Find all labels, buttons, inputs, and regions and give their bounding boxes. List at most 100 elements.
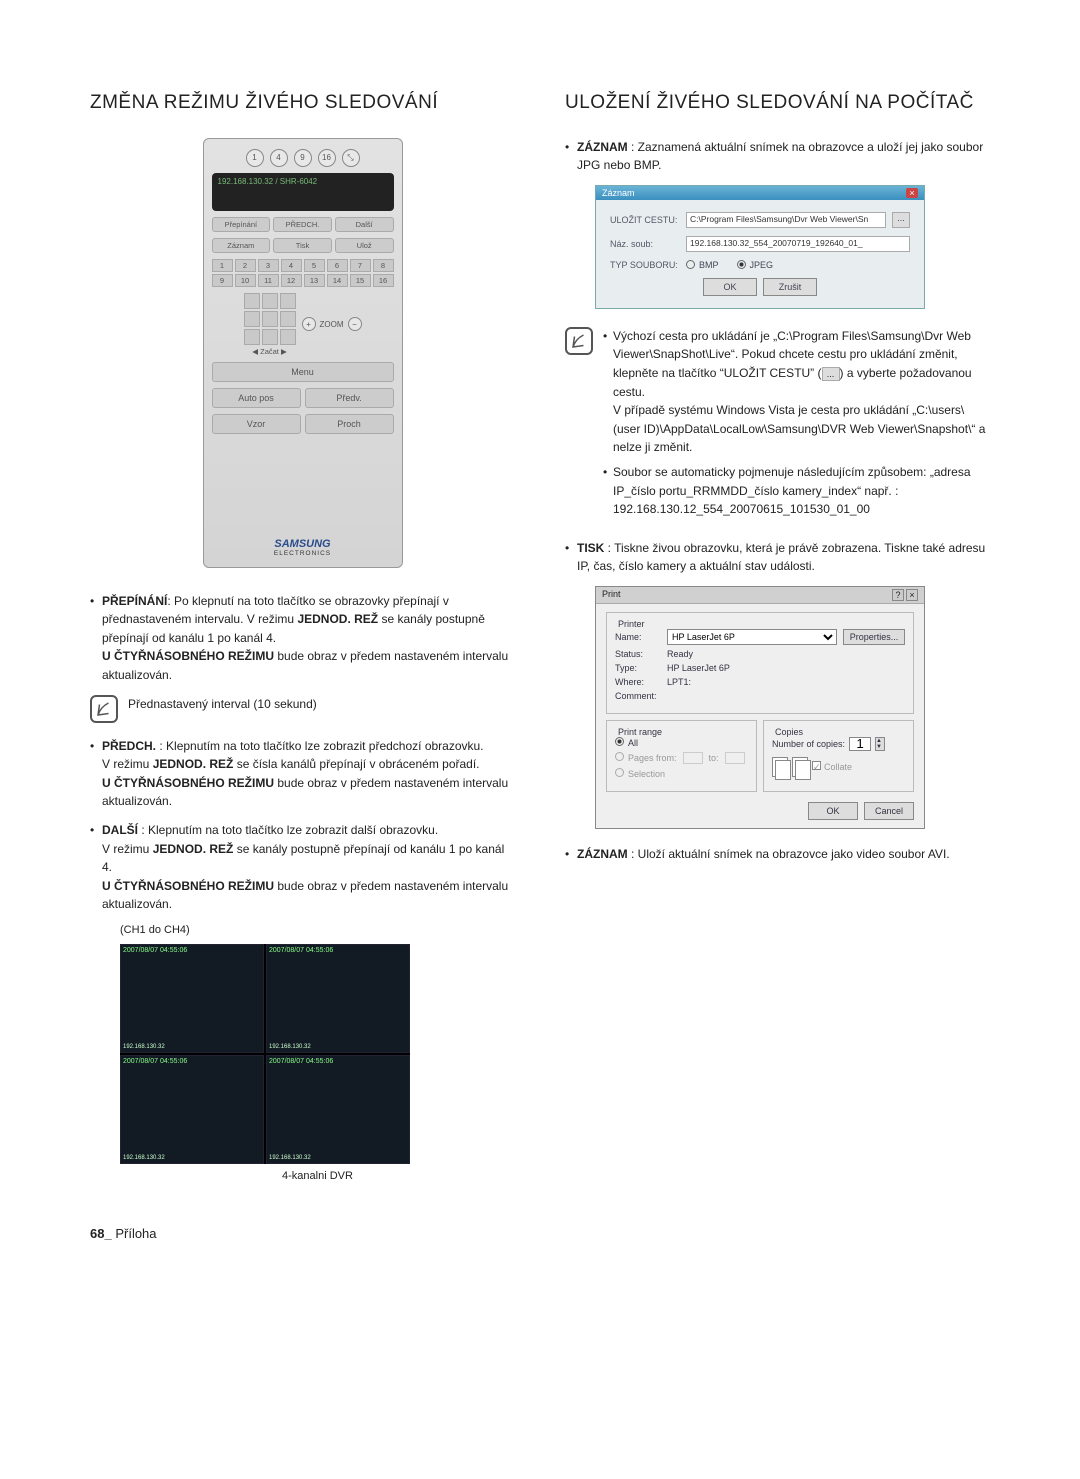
from-field (683, 752, 703, 764)
kanalni-caption: 4-kanalni DVR (120, 1170, 515, 1182)
bullet-tisk: TISK : Tiskne živou obrazovku, která je … (565, 539, 990, 576)
ch-btn[interactable]: 11 (258, 274, 279, 287)
spinner-icon[interactable]: ▲▼ (875, 737, 885, 751)
ok-button[interactable]: OK (703, 278, 757, 296)
quad-view: 2007/08/07 04:55:06192.168.130.32 2007/0… (120, 944, 410, 1164)
menu-button[interactable]: Menu (212, 362, 394, 382)
tab-next[interactable]: Další (335, 217, 394, 232)
printer-legend: Printer (615, 619, 648, 629)
ch-btn[interactable]: 6 (327, 259, 348, 272)
heading-right: ULOŽENÍ ŽIVÉHO SLEDOVÁNÍ NA POČÍTAČ (565, 90, 990, 116)
collate-icon (792, 757, 808, 777)
note-interval: Přednastavený interval (10 sekund) (128, 695, 515, 714)
bullet-zaznam-avi: ZÁZNAM : Uloží aktuální snímek na obrazo… (565, 845, 990, 864)
heading-left: ZMĚNA REŽIMU ŽIVÉHO SLEDOVÁNÍ (90, 90, 515, 116)
filename-label: Náz. soub: (610, 239, 680, 249)
pattern-button[interactable]: Vzor (212, 414, 301, 434)
ch-btn[interactable]: 2 (235, 259, 256, 272)
ch-btn[interactable]: 10 (235, 274, 256, 287)
range-selection: Selection (615, 768, 665, 779)
status-value: Ready (667, 649, 693, 659)
bullet-zaznam: ZÁZNAM : Zaznamená aktuální snímek na ob… (565, 138, 990, 175)
ch-btn[interactable]: 1 (212, 259, 233, 272)
note-icon (565, 327, 593, 355)
note-default-path: Výchozí cesta pro ukládání je „C:\Progra… (603, 327, 990, 457)
control-panel: 1 4 9 16 ⤡ 192.168.130.32 / SHR-6042 Pře… (203, 138, 403, 568)
cancel-button[interactable]: Cancel (864, 802, 914, 820)
note-filename-pattern: Soubor se automaticky pojmenuje následuj… (603, 463, 990, 519)
mode-full[interactable]: ⤡ (342, 149, 360, 167)
radio-bmp[interactable]: BMP (686, 260, 719, 270)
path-field[interactable]: C:\Program Files\Samsung\Dvr Web Viewer\… (686, 212, 886, 228)
path-label: ULOŽIT CESTU: (610, 215, 680, 225)
ptz-start[interactable]: ◀ Začat ▶ (244, 347, 296, 356)
ch-btn[interactable]: 3 (258, 259, 279, 272)
page-footer: 68_ Příloha (90, 1226, 990, 1241)
radio-jpeg[interactable]: JPEG (737, 260, 774, 270)
status-label: Status: (615, 649, 661, 659)
type-value: HP LaserJet 6P (667, 663, 730, 673)
preset-button[interactable]: Předv. (305, 388, 394, 408)
mode-16[interactable]: 16 (318, 149, 336, 167)
help-icon[interactable]: ? (892, 589, 904, 601)
btn-save[interactable]: Ulož (335, 238, 394, 253)
scan-button[interactable]: Proch (305, 414, 394, 434)
ok-button[interactable]: OK (808, 802, 858, 820)
filename-field[interactable]: 192.168.130.32_554_20070719_192640_01_ (686, 236, 910, 252)
range-legend: Print range (615, 727, 665, 737)
mode-9[interactable]: 9 (294, 149, 312, 167)
filetype-label: TYP SOUBORU: (610, 260, 680, 270)
collate-check[interactable]: ✓Collate (812, 761, 852, 772)
zoom-in-icon[interactable]: + (302, 317, 316, 331)
copies-field[interactable] (849, 737, 871, 751)
where-value: LPT1: (667, 677, 691, 687)
save-dialog: Záznam × ULOŽIT CESTU: C:\Program Files\… (595, 185, 925, 309)
tab-prev[interactable]: PŘEDCH. (273, 217, 332, 232)
bullet-predch: PŘEDCH. : Klepnutím na toto tlačítko lze… (90, 737, 515, 811)
properties-button[interactable]: Properties... (843, 629, 905, 645)
printer-select[interactable]: HP LaserJet 6P (667, 629, 837, 645)
close-icon[interactable]: × (906, 188, 918, 198)
mode-4[interactable]: 4 (270, 149, 288, 167)
tab-switch[interactable]: Přepínání (212, 217, 271, 232)
print-dialog-title: Print (602, 589, 621, 601)
cancel-button[interactable]: Zrušit (763, 278, 817, 296)
mode-1[interactable]: 1 (246, 149, 264, 167)
copies-legend: Copies (772, 727, 806, 737)
copies-label: Number of copies: (772, 739, 845, 749)
autopos-button[interactable]: Auto pos (212, 388, 301, 408)
save-dialog-title: Záznam (602, 188, 635, 198)
zoom-out-icon[interactable]: − (348, 317, 362, 331)
where-label: Where: (615, 677, 661, 687)
type-label: Type: (615, 663, 661, 673)
ch-btn[interactable]: 15 (350, 274, 371, 287)
browse-inline-icon: ... (822, 367, 840, 381)
note-icon (90, 695, 118, 723)
ch-btn[interactable]: 13 (304, 274, 325, 287)
ch-caption: (CH1 do CH4) (120, 924, 515, 936)
range-pages: Pages from: (615, 752, 677, 763)
ch-btn[interactable]: 4 (281, 259, 302, 272)
btn-record[interactable]: Záznam (212, 238, 271, 253)
ch-btn[interactable]: 8 (373, 259, 394, 272)
bullet-prepinani: PŘEPÍNÁNÍ: Po klepnutí na toto tlačítko … (90, 592, 515, 685)
ch-btn[interactable]: 9 (212, 274, 233, 287)
comment-label: Comment: (615, 691, 661, 701)
bullet-dalsi: DALŠÍ : Klepnutím na toto tlačítko lze z… (90, 821, 515, 914)
ch-btn[interactable]: 14 (327, 274, 348, 287)
range-all[interactable]: All (615, 737, 638, 748)
collate-icon (772, 757, 788, 777)
close-icon[interactable]: × (906, 589, 918, 601)
browse-button[interactable]: ... (892, 212, 910, 228)
ch-btn[interactable]: 5 (304, 259, 325, 272)
ch-btn[interactable]: 7 (350, 259, 371, 272)
ptz-pad[interactable] (244, 293, 296, 345)
status-screen: 192.168.130.32 / SHR-6042 (212, 173, 394, 211)
to-field (725, 752, 745, 764)
brand-logo: SAMSUNG ELECTRONICS (212, 538, 394, 557)
print-dialog: Print ?× Printer Name: HP LaserJet 6P Pr… (595, 586, 925, 829)
printer-name-label: Name: (615, 632, 661, 642)
btn-print[interactable]: Tisk (273, 238, 332, 253)
ch-btn[interactable]: 12 (281, 274, 302, 287)
ch-btn[interactable]: 16 (373, 274, 394, 287)
